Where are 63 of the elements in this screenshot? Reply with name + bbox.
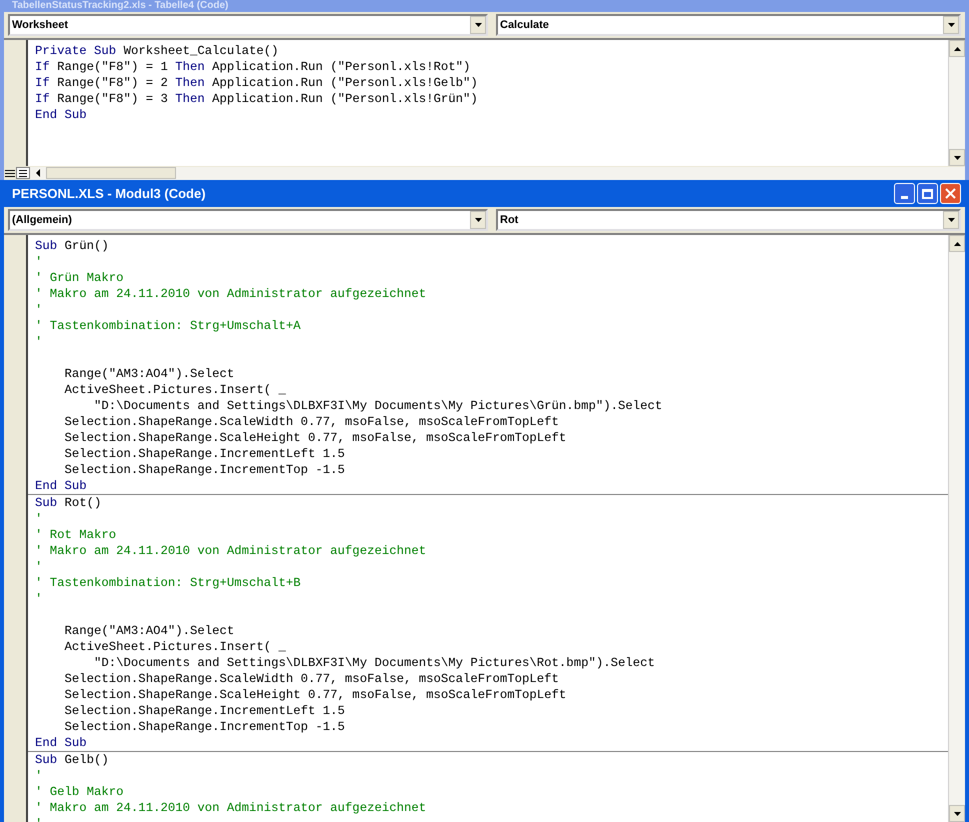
code-line: ' Gelb Makro (34, 784, 124, 800)
code-line: End Sub (34, 735, 87, 751)
code-line: Selection.ShapeRange.IncrementLeft 1.5 (64, 703, 345, 719)
code-line: Sub Gelb() (34, 752, 109, 768)
code-line: ' Makro am 24.11.2010 von Administrator aufgezeichnet (34, 543, 426, 559)
dropdown-field[interactable]: Rot (496, 209, 961, 231)
code-line: ' Tastenkombination: Strg+Umschalt+A (34, 318, 301, 334)
code-line: Selection.ShapeRange.IncrementTop -1.5 (64, 719, 345, 735)
code-line: Selection.ShapeRange.IncrementLeft 1.5 (64, 446, 345, 462)
code-line: ' (34, 302, 42, 318)
code-line: Private Sub Worksheet_Calculate() (34, 43, 279, 59)
dropdown-field[interactable]: (Allgemein) (8, 209, 488, 231)
maximize-icon[interactable] (917, 183, 938, 204)
code-line: ' (34, 768, 42, 784)
dropdown-value: Rot (499, 214, 520, 226)
code-line: ' (34, 334, 42, 350)
dropdown-value: (Allgemein) (11, 214, 73, 226)
window-title: TabellenStatusTracking2.xls - Tabelle4 (Code) (11, 1, 228, 11)
code-line: If Range("F8") = 3 Then Application.Run ("Personl.xls!Grün") (34, 91, 478, 107)
module-view-icon[interactable] (16, 167, 30, 179)
vertical-scrollbar[interactable] (948, 40, 965, 166)
code-line: If Range("F8") = 1 Then Application.Run ("Personl.xls!Rot") (34, 59, 470, 75)
code-line: Sub Rot() (34, 495, 102, 511)
scroll-left-icon[interactable] (34, 169, 42, 177)
code-line: ' Makro am 24.11.2010 von Administrator aufgezeichnet (34, 286, 426, 302)
code-line: Selection.ShapeRange.ScaleHeight 0.77, msoFalse, msoScaleFromTopLeft (64, 687, 566, 703)
code-line: ActiveSheet.Pictures.Insert( _ (64, 639, 286, 655)
scroll-down-icon[interactable] (949, 149, 965, 166)
code-line: ' Grün Makro (34, 270, 124, 286)
code-line: ' (34, 591, 42, 607)
code-line: Selection.ShapeRange.ScaleWidth 0.77, msoFalse, msoScaleFromTopLeft (64, 414, 559, 430)
scroll-down-icon[interactable] (949, 805, 965, 822)
vertical-scrollbar[interactable] (948, 235, 965, 822)
code-line: Range("AM3:AO4").Select (64, 623, 234, 639)
close-icon[interactable] (940, 183, 961, 204)
code-line: Sub Grün() (34, 238, 109, 254)
scroll-up-icon[interactable] (949, 235, 965, 252)
minimize-icon[interactable] (894, 183, 915, 204)
code-line: Selection.ShapeRange.ScaleHeight 0.77, msoFalse, msoScaleFromTopLeft (64, 430, 566, 446)
horizontal-scrollbar[interactable] (30, 166, 965, 180)
code-line: End Sub (34, 478, 87, 494)
code-line: ' (34, 254, 42, 270)
procedure-view-icon[interactable] (4, 167, 16, 179)
code-line: If Range("F8") = 2 Then Application.Run ("Personl.xls!Gelb") (34, 75, 478, 91)
code-line: ' (34, 816, 42, 822)
code-line: Range("AM3:AO4").Select (64, 366, 234, 382)
code-line: "D:\Documents and Settings\DLBXF3I\My Documents\My Pictures\Rot.bmp").Select (93, 655, 655, 671)
code-line: ' Makro am 24.11.2010 von Administrator aufgezeichnet (34, 800, 426, 816)
code-line: ' Rot Makro (34, 527, 116, 543)
code-line: End Sub (34, 107, 87, 123)
code-line: "D:\Documents and Settings\DLBXF3I\My Documents\My Pictures\Grün.bmp").Select (93, 398, 662, 414)
code-line: ActiveSheet.Pictures.Insert( _ (64, 382, 286, 398)
dropdown-field[interactable]: Worksheet (8, 14, 488, 36)
dropdown-value: Worksheet (11, 20, 70, 30)
window-title: PERSONL.XLS - Modul3 (Code) (11, 187, 206, 200)
dropdown-value: Calculate (499, 20, 550, 30)
code-line: ' (34, 511, 42, 527)
code-line: Selection.ShapeRange.IncrementTop -1.5 (64, 462, 345, 478)
code-line: ' Tastenkombination: Strg+Umschalt+B (34, 575, 301, 591)
scroll-up-icon[interactable] (949, 40, 965, 57)
code-line: Selection.ShapeRange.ScaleWidth 0.77, msoFalse, msoScaleFromTopLeft (64, 671, 559, 687)
code-line: ' (34, 559, 42, 575)
dropdown-field[interactable]: Calculate (496, 14, 961, 36)
